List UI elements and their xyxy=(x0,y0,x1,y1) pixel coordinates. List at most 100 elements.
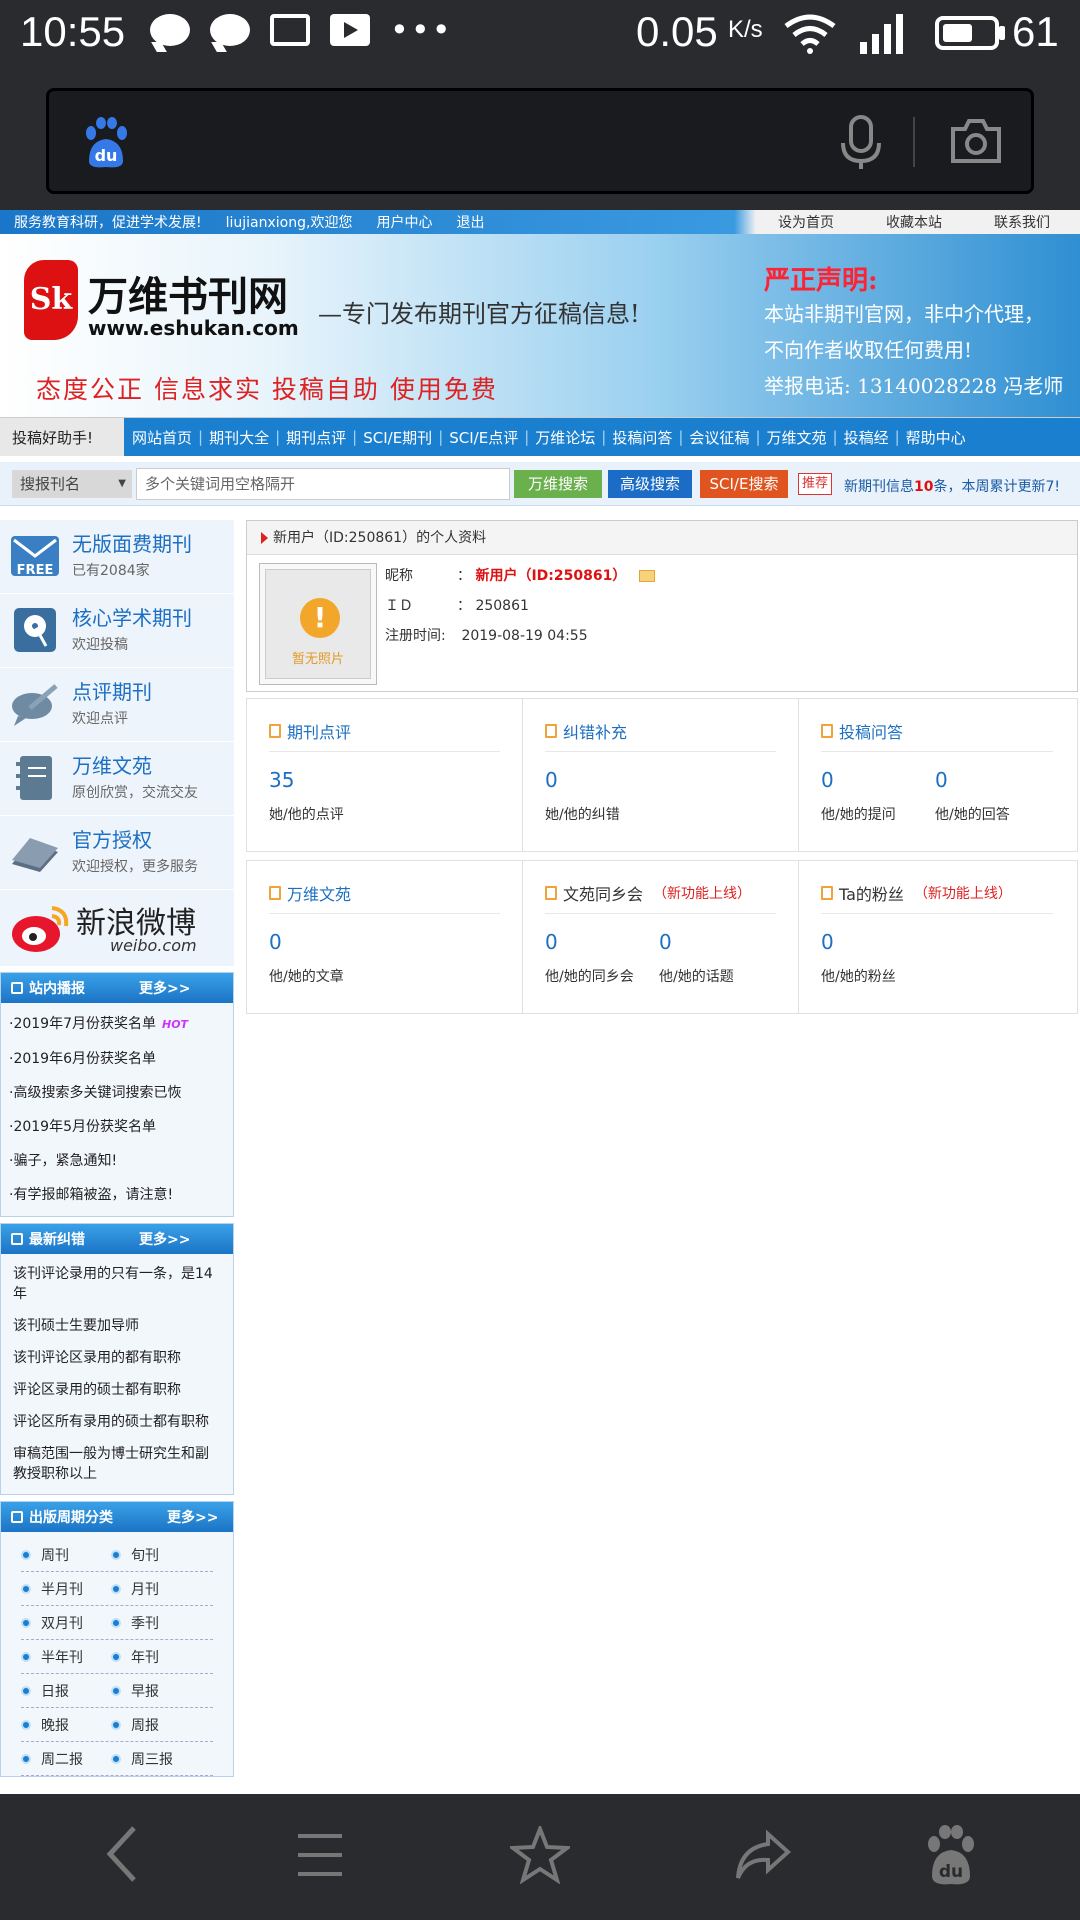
period-link[interactable]: 周刊 xyxy=(21,1545,111,1565)
site-logo[interactable]: Sk xyxy=(24,260,78,340)
top-right-links: 设为首页 收藏本站 联系我们 xyxy=(778,212,1074,232)
stat-column[interactable]: 0 他/她的文章 xyxy=(269,930,383,986)
correction-item[interactable]: 评论区所有录用的硕士都有职称 xyxy=(5,1406,229,1438)
stat-title[interactable]: 文苑同乡会 （新功能上线） xyxy=(545,881,776,914)
period-link[interactable]: 晚报 xyxy=(21,1715,111,1735)
period-link[interactable]: 早报 xyxy=(111,1681,201,1701)
periods-more-link[interactable]: 更多>> xyxy=(167,1507,218,1527)
feature-item[interactable]: 核心学术期刊 欢迎投稿 xyxy=(0,594,234,668)
site-slogan: 服务教育科研，促进学术发展! xyxy=(14,215,202,231)
news-item[interactable]: ·2019年5月份获奖名单 xyxy=(1,1110,233,1144)
nav-item[interactable]: 万维文苑 xyxy=(761,427,833,448)
sci-search-button[interactable]: SCI/E搜索 xyxy=(700,470,788,498)
period-link[interactable]: 周报 xyxy=(111,1715,201,1735)
correction-item[interactable]: 该刊评论区录用的都有职称 xyxy=(5,1342,229,1374)
browser-search-box[interactable]: du xyxy=(46,88,1034,194)
correction-item[interactable]: 评论区录用的硕士都有职称 xyxy=(5,1374,229,1406)
stat-column[interactable]: 0 他/她的话题 xyxy=(659,930,773,986)
stat-column[interactable]: 0 他/她的同乡会 xyxy=(545,930,659,986)
advanced-search-button[interactable]: 高级搜索 xyxy=(608,470,692,498)
stat-column[interactable]: 0 他/她的提问 xyxy=(821,768,935,824)
site-name: 万维书刊网 xyxy=(88,273,288,320)
nav-item[interactable]: 会议征稿 xyxy=(683,427,755,448)
battery-icon xyxy=(935,16,999,50)
period-link[interactable]: 半年刊 xyxy=(21,1647,111,1667)
no-photo-text: 暂无照片 xyxy=(291,652,344,667)
stat-column[interactable]: 0 她/他的纠错 xyxy=(545,768,659,824)
corrections-more-link[interactable]: 更多>> xyxy=(139,1229,190,1249)
stat-title[interactable]: Ta的粉丝 （新功能上线） xyxy=(821,881,1053,914)
feature-item[interactable]: FREE 无版面费期刊 已有2084家 xyxy=(0,520,234,594)
bookmark-star-icon[interactable] xyxy=(510,1826,570,1884)
stat-column[interactable]: 0 他/她的回答 xyxy=(935,768,1049,824)
nav-item[interactable]: SCI/E点评 xyxy=(443,427,524,448)
stat-column[interactable]: 35 她/他的点评 xyxy=(269,768,383,824)
period-link[interactable]: 月刊 xyxy=(111,1579,201,1599)
periods-panel-header: 出版周期分类 更多>> xyxy=(1,1502,233,1532)
menu-icon[interactable] xyxy=(296,1832,344,1878)
user-center-link[interactable]: 用户中心 xyxy=(376,212,432,232)
keyword-input[interactable]: 多个关键词用空格隔开 xyxy=(136,468,510,500)
period-link[interactable]: 周二报 xyxy=(21,1749,111,1769)
correction-item[interactable]: 该刊评论录用的只有一条，是14年 xyxy=(5,1258,229,1310)
contact-link[interactable]: 联系我们 xyxy=(994,212,1050,232)
feature-item[interactable]: 点评期刊 欢迎点评 xyxy=(0,668,234,742)
share-icon[interactable] xyxy=(734,1830,792,1882)
back-icon[interactable] xyxy=(100,1824,144,1884)
period-link[interactable]: 周三报 xyxy=(111,1749,201,1769)
stat-title[interactable]: 期刊点评 xyxy=(269,719,500,752)
stat-title[interactable]: 万维文苑 xyxy=(269,881,500,914)
set-home-link[interactable]: 设为首页 xyxy=(778,212,834,232)
nav-item[interactable]: 投稿问答 xyxy=(606,427,678,448)
camera-icon[interactable] xyxy=(949,117,1003,165)
feature-subtitle: 欢迎授权，更多服务 xyxy=(72,859,198,875)
stat-title[interactable]: 投稿问答 xyxy=(821,719,1053,752)
recommend-badge[interactable]: 推荐 xyxy=(798,473,832,495)
nav-item[interactable]: SCI/E期刊 xyxy=(357,427,438,448)
period-link[interactable]: 年刊 xyxy=(111,1647,201,1667)
update-marquee[interactable]: 新期刊信息10条，本周累计更新7! xyxy=(844,476,1066,496)
feature-item[interactable]: 官方授权 欢迎授权，更多服务 xyxy=(0,816,234,890)
period-link[interactable]: 旬刊 xyxy=(111,1545,201,1565)
mail-icon[interactable] xyxy=(638,570,655,582)
baidu-home-icon[interactable]: du xyxy=(924,1824,978,1886)
bullet-icon xyxy=(111,1651,121,1662)
nav-item[interactable]: 万维论坛 xyxy=(529,427,601,448)
weibo-link[interactable]: 新浪微博 weibo.com xyxy=(0,890,234,966)
correction-item[interactable]: 该刊硕士生要加导师 xyxy=(5,1310,229,1342)
news-item[interactable]: ·骗子，紧急通知! xyxy=(1,1144,233,1178)
bookmark-link[interactable]: 收藏本站 xyxy=(886,212,942,232)
nav-item[interactable]: 期刊大全 xyxy=(203,427,275,448)
stat-title-text: 万维文苑 xyxy=(287,885,352,904)
news-item[interactable]: ·有学报邮箱被盗，请注意! xyxy=(1,1178,233,1212)
document-icon xyxy=(821,886,833,900)
news-item[interactable]: ·2019年6月份获奖名单 xyxy=(1,1042,233,1076)
search-type-select[interactable]: 搜报刊名 xyxy=(12,470,132,498)
news-item[interactable]: ·2019年7月份获奖名单 HOT xyxy=(1,1007,233,1042)
microphone-icon[interactable] xyxy=(839,115,883,171)
stat-column[interactable]: 0 他/她的粉丝 xyxy=(821,930,935,986)
stat-title[interactable]: 纠错补充 xyxy=(545,719,776,752)
correction-item[interactable]: 审稿范围一般为博士研究生和副教授职称以上 xyxy=(5,1438,229,1490)
nickname-colon: ： xyxy=(457,568,471,584)
stat-number: 0 xyxy=(659,930,672,954)
corrections-panel-header: 最新纠错 更多>> xyxy=(1,1224,233,1254)
battery-tip xyxy=(999,26,1005,40)
nav-item[interactable]: 网站首页 xyxy=(126,427,198,448)
period-link[interactable]: 季刊 xyxy=(111,1613,201,1633)
period-link[interactable]: 双月刊 xyxy=(21,1613,111,1633)
nav-item[interactable]: 期刊点评 xyxy=(280,427,352,448)
feature-subtitle: 已有2084家 xyxy=(72,563,150,579)
nav-item[interactable]: 投稿经 xyxy=(838,427,895,448)
nav-item[interactable]: 帮助中心 xyxy=(900,427,972,448)
period-link[interactable]: 半月刊 xyxy=(21,1579,111,1599)
period-link[interactable]: 日报 xyxy=(21,1681,111,1701)
corrections-list: 该刊评论录用的只有一条，是14年 该刊硕士生要加导师 该刊评论区录用的都有职称 评论区… xyxy=(1,1254,233,1494)
news-item[interactable]: ·高级搜索多关键词搜索已恢 xyxy=(1,1076,233,1110)
logout-link[interactable]: 退出 xyxy=(456,212,484,232)
feature-item[interactable]: 万维文苑 原创欣赏，交流交友 xyxy=(0,742,234,816)
wanwei-search-button[interactable]: 万维搜索 xyxy=(514,470,602,498)
stat-label: 他/她的提问 xyxy=(821,807,896,823)
avatar[interactable]: ! 暂无照片 xyxy=(259,563,377,685)
news-more-link[interactable]: 更多>> xyxy=(139,978,190,998)
